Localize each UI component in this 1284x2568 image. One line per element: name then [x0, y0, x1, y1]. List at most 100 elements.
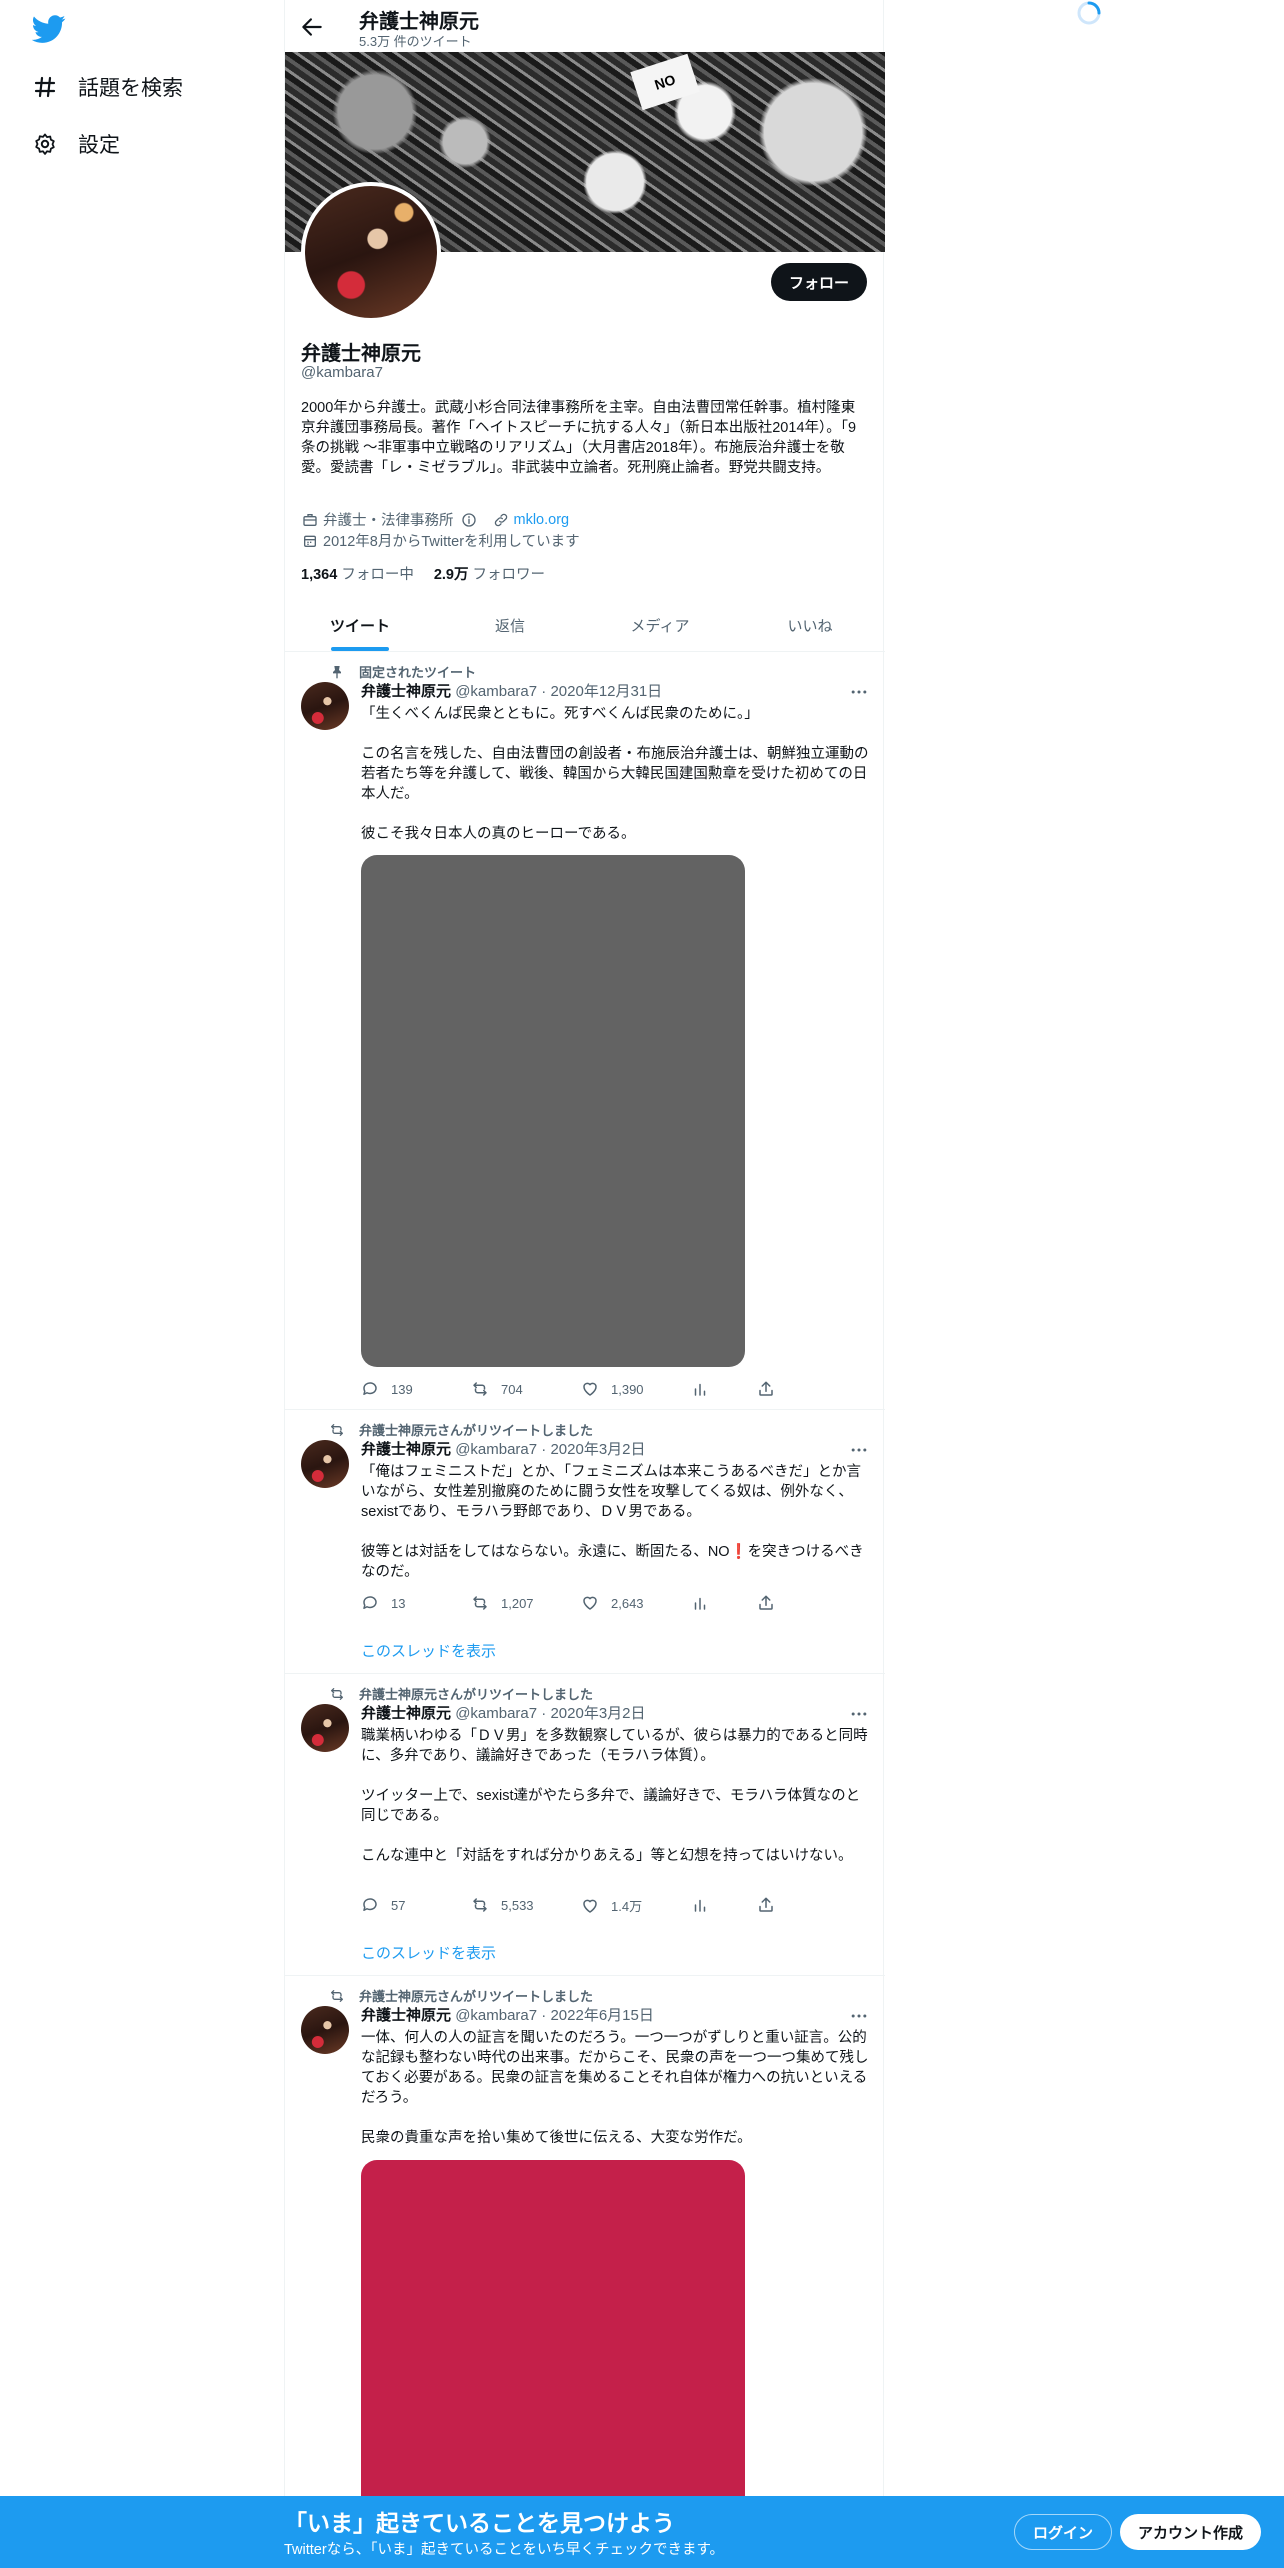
- hashtag-icon: [32, 74, 58, 100]
- profile-bio: 2000年から弁護士。武蔵小杉合同法律事務所を主宰。自由法曹団常任幹事。植村隆東…: [301, 400, 857, 476]
- tweet-handle-date[interactable]: @kambara7 · 2022年6月15日: [455, 2007, 654, 2024]
- tweet-actions: 57 5,533 1.4万: [361, 1896, 801, 1916]
- tweet-retweeted-1[interactable]: 弁護士神原元さんがリツイートしました 弁護士神原元 @kambara7 · 20…: [285, 1410, 885, 1674]
- show-thread-link[interactable]: このスレッドを表示: [361, 1640, 496, 1661]
- heart-icon: [583, 1596, 597, 1610]
- tweet-author-name[interactable]: 弁護士神原元: [361, 683, 451, 700]
- tweet-author-name[interactable]: 弁護士神原元: [361, 1441, 451, 1458]
- reply-action[interactable]: 139: [361, 1380, 413, 1398]
- retweet-indicator-icon: [331, 1989, 343, 2002]
- retweet-count: 704: [501, 1381, 523, 1397]
- analytics-icon: [694, 1597, 706, 1610]
- like-action[interactable]: 1,390: [581, 1380, 644, 1398]
- retweet-icon: [473, 1382, 487, 1396]
- profile-handle: @kambara7: [301, 364, 383, 381]
- retweet-indicator-label[interactable]: 弁護士神原元さんがリツイートしました: [359, 1986, 593, 2005]
- retweet-indicator-label[interactable]: 弁護士神原元さんがリツイートしました: [359, 1684, 593, 1703]
- share-action[interactable]: [757, 1380, 787, 1398]
- reply-count: 13: [391, 1595, 406, 1611]
- followers-label: フォロワー: [472, 567, 546, 583]
- pinned-label: 固定されたツイート: [359, 665, 477, 680]
- reply-icon: [363, 1898, 377, 1911]
- nav-explore[interactable]: 話題を検索: [32, 67, 183, 107]
- tab-likes[interactable]: いいね: [735, 600, 885, 651]
- tab-replies[interactable]: 返信: [435, 600, 585, 651]
- tab-media[interactable]: メディア: [585, 600, 735, 651]
- retweet-indicator: 弁護士神原元さんがリツイートしました: [331, 1684, 593, 1703]
- create-account-button[interactable]: アカウント作成: [1120, 2514, 1262, 2550]
- tweet-header: 弁護士神原元 @kambara7 · 2020年3月2日: [361, 1702, 646, 1723]
- back-arrow-icon[interactable]: [299, 14, 325, 40]
- tweet-author-name[interactable]: 弁護士神原元: [361, 2007, 451, 2024]
- tweet-handle-date[interactable]: @kambara7 · 2020年3月2日: [455, 1441, 645, 1458]
- tweet-handle-date[interactable]: @kambara7 · 2020年12月31日: [455, 683, 662, 700]
- retweet-count: 5,533: [501, 1897, 534, 1913]
- more-options-icon[interactable]: [849, 2006, 869, 2026]
- login-button[interactable]: ログイン: [1014, 2514, 1113, 2550]
- profile-avatar[interactable]: [301, 182, 441, 322]
- following-stat[interactable]: 1,364 フォロー中: [301, 563, 414, 584]
- retweet-action[interactable]: 704: [471, 1380, 523, 1398]
- tweet-pinned[interactable]: 固定されたツイート 弁護士神原元 @kambara7 · 2020年12月31日…: [285, 652, 885, 1410]
- like-count: 1.4万: [611, 1899, 643, 1914]
- info-icon[interactable]: [460, 511, 478, 529]
- tweet-handle-date[interactable]: @kambara7 · 2020年3月2日: [455, 1705, 645, 1722]
- retweet-icon: [473, 1596, 487, 1610]
- tweet-avatar[interactable]: [301, 1440, 349, 1488]
- tweet-text: 職業柄いわゆる「ＤＶ男」を多数観察しているが、彼らは暴力的であると同時に、多弁で…: [361, 1728, 868, 1864]
- heart-icon: [583, 1382, 597, 1396]
- profile-meta-row: 弁護士・法律事務所 mklo.org: [301, 509, 569, 530]
- followers-count: 2.9万: [433, 567, 469, 583]
- analytics-action[interactable]: [691, 1594, 721, 1612]
- tweet-text: 「生くべくんば民衆とともに。死すべくんば民衆のために。」 この名言を残した、自由…: [361, 706, 869, 842]
- share-action[interactable]: [757, 1594, 787, 1612]
- retweet-indicator-icon: [331, 1423, 343, 1436]
- loading-spinner-icon: [1077, 1, 1101, 25]
- profile-header-bar: 弁護士神原元 5.3万 件のツイート: [285, 0, 885, 52]
- twitter-logo-icon[interactable]: [32, 12, 66, 46]
- tweet-avatar[interactable]: [301, 682, 349, 730]
- follow-button[interactable]: フォロー: [770, 263, 867, 301]
- tweet-actions: 13 1,207 2,643: [361, 1594, 801, 1614]
- nav-settings[interactable]: 設定: [32, 124, 120, 164]
- analytics-icon: [694, 1383, 706, 1396]
- tweet-avatar[interactable]: [301, 2006, 349, 2054]
- more-options-icon[interactable]: [849, 1704, 869, 1724]
- profile-joined-date: 2012年8月からTwitterを利用しています: [323, 534, 580, 550]
- retweet-indicator-label[interactable]: 弁護士神原元さんがリツイートしました: [359, 1420, 593, 1439]
- tweet-text: 一体、何人の人の証言を聞いたのだろう。一つ一つがずしりと重い証言。公的な記録も整…: [361, 2030, 869, 2146]
- tweet-author-name[interactable]: 弁護士神原元: [361, 1705, 451, 1722]
- tweet-avatar[interactable]: [301, 1704, 349, 1752]
- more-options-icon[interactable]: [849, 1440, 869, 1460]
- profile-joined-row: 2012年8月からTwitterを利用しています: [301, 530, 580, 551]
- following-label: フォロー中: [341, 567, 414, 583]
- followers-stat[interactable]: 2.9万 フォロワー: [434, 563, 545, 584]
- retweet-action[interactable]: 1,207: [471, 1594, 534, 1612]
- share-icon: [759, 1595, 773, 1610]
- like-action[interactable]: 1.4万: [581, 1896, 642, 1915]
- tweet-header: 弁護士神原元 @kambara7 · 2020年3月2日: [361, 1438, 646, 1459]
- signup-prompt-title: 「いま」起きていることを見つけよう: [284, 2510, 675, 2536]
- profile-website-link[interactable]: mklo.org: [514, 512, 570, 528]
- reply-action[interactable]: 13: [361, 1594, 405, 1612]
- analytics-action[interactable]: [691, 1896, 721, 1914]
- analytics-icon: [694, 1899, 706, 1912]
- more-options-icon[interactable]: [849, 682, 869, 702]
- reply-action[interactable]: 57: [361, 1896, 405, 1914]
- share-action[interactable]: [757, 1896, 787, 1914]
- retweet-action[interactable]: 5,533: [471, 1896, 534, 1914]
- tweet-header: 弁護士神原元 @kambara7 · 2020年12月31日: [361, 680, 662, 701]
- tab-tweets[interactable]: ツイート: [285, 600, 435, 651]
- tweet-retweeted-3[interactable]: 弁護士神原元さんがリツイートしました 弁護士神原元 @kambara7 · 20…: [285, 1976, 885, 2520]
- tweet-media[interactable]: [361, 855, 745, 1367]
- tweet-retweeted-2[interactable]: 弁護士神原元さんがリツイートしました 弁護士神原元 @kambara7 · 20…: [285, 1674, 885, 1976]
- tweet-actions: 139 704 1,390: [361, 1380, 801, 1400]
- show-thread-link[interactable]: このスレッドを表示: [361, 1942, 496, 1963]
- pinned-indicator: 固定されたツイート: [333, 662, 477, 681]
- profile-tabs: ツイート 返信 メディア いいね: [285, 600, 885, 652]
- tweet-media[interactable]: [361, 2160, 745, 2520]
- analytics-action[interactable]: [691, 1380, 721, 1398]
- retweet-indicator: 弁護士神原元さんがリツイートしました: [331, 1986, 593, 2005]
- like-action[interactable]: 2,643: [581, 1594, 644, 1612]
- tweet-text: 「俺はフェミニストだ」とか、「フェミニズムは本来こうあるべきだ」とか言いながら、…: [361, 1464, 864, 1580]
